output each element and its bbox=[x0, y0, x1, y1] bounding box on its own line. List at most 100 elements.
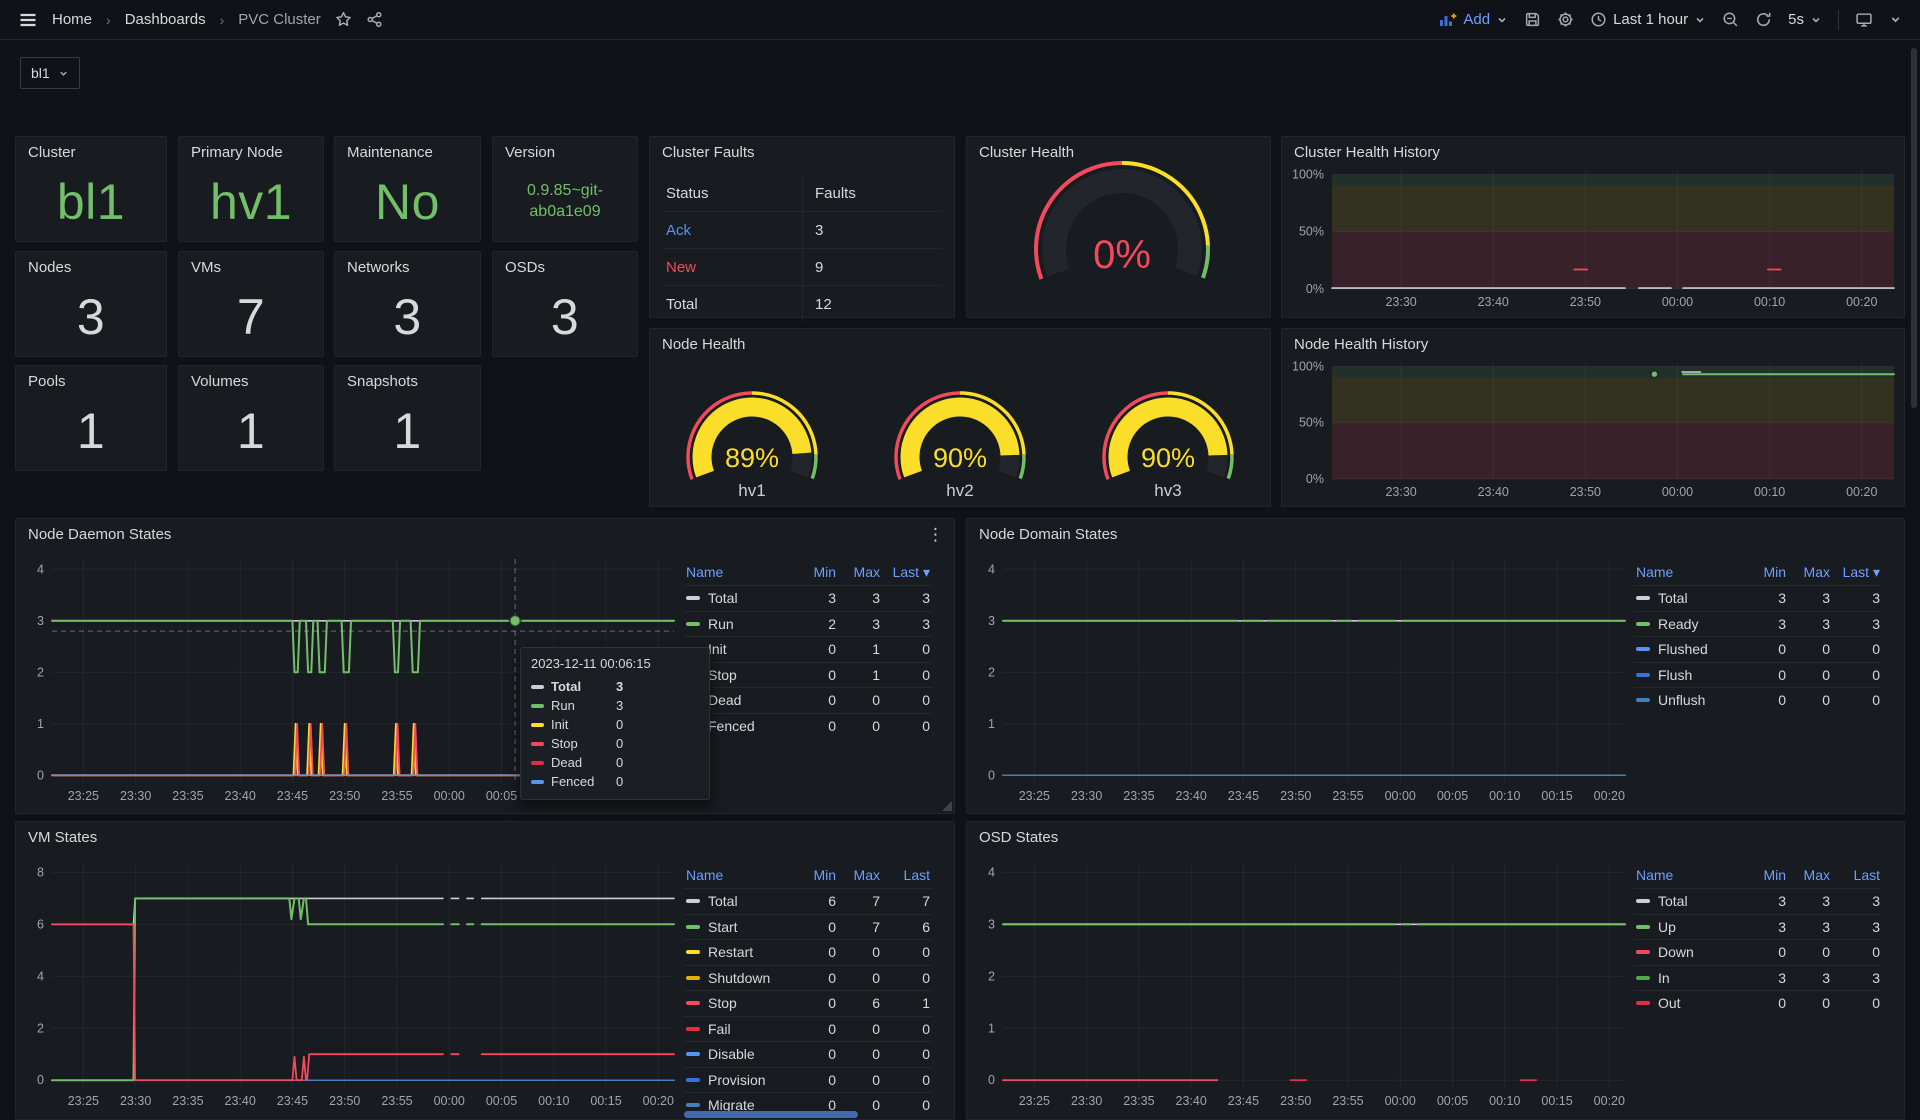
legend-col-name[interactable]: Name bbox=[1634, 867, 1744, 883]
legend-row[interactable]: Unflush000 bbox=[1634, 687, 1882, 713]
legend-series-name[interactable]: Ready bbox=[1658, 616, 1698, 632]
panel-title[interactable]: Cluster Health History bbox=[1294, 144, 1440, 161]
faults-status-new[interactable]: New bbox=[662, 249, 803, 285]
legend-series[interactable]: Fail bbox=[684, 1021, 794, 1037]
legend-col-max[interactable]: Max bbox=[1788, 564, 1832, 580]
legend-series-name[interactable]: Total bbox=[1658, 590, 1688, 606]
legend-series-name[interactable]: Unflush bbox=[1658, 692, 1705, 708]
panel-title[interactable]: Node Domain States bbox=[979, 526, 1117, 543]
zoom-out-icon[interactable] bbox=[1722, 11, 1739, 28]
legend-col-min[interactable]: Min bbox=[1744, 564, 1788, 580]
legend-series[interactable]: Unflush bbox=[1634, 692, 1744, 708]
legend-series-name[interactable]: Flush bbox=[1658, 667, 1692, 683]
legend-series-name[interactable]: Fail bbox=[708, 1021, 731, 1037]
legend-series[interactable]: In bbox=[1634, 970, 1744, 986]
share-icon[interactable] bbox=[366, 11, 383, 28]
legend-col-last[interactable]: Last ▾ bbox=[882, 564, 932, 581]
legend-row[interactable]: Flush000 bbox=[1634, 662, 1882, 688]
legend-series-name[interactable]: Run bbox=[708, 616, 734, 632]
breadcrumb-dashboards[interactable]: Dashboards bbox=[125, 11, 206, 28]
legend-col-name[interactable]: Name bbox=[684, 867, 794, 883]
panel-title[interactable]: VM States bbox=[28, 829, 97, 846]
legend-col-name[interactable]: Name bbox=[1634, 564, 1744, 580]
refresh-icon[interactable] bbox=[1755, 11, 1772, 28]
gear-icon[interactable] bbox=[1557, 11, 1574, 28]
legend-row[interactable]: Out000 bbox=[1634, 990, 1882, 1016]
panel-title[interactable]: VMs bbox=[191, 259, 221, 276]
legend-series[interactable]: Shutdown bbox=[684, 970, 794, 986]
panel-menu-icon[interactable]: ⋮ bbox=[927, 525, 944, 545]
legend-row[interactable]: Stop061 bbox=[684, 990, 932, 1016]
osd-states-chart[interactable]: 0123423:2523:3023:3523:4023:4523:5023:55… bbox=[973, 854, 1633, 1114]
legend-row[interactable]: Fail000 bbox=[684, 1016, 932, 1042]
legend-series-name[interactable]: Restart bbox=[708, 944, 753, 960]
legend-series-name[interactable]: Total bbox=[708, 893, 738, 909]
faults-col-faults[interactable]: Faults bbox=[803, 185, 942, 202]
legend-series-name[interactable]: Down bbox=[1658, 944, 1694, 960]
legend-row[interactable]: Shutdown000 bbox=[684, 965, 932, 991]
legend-row[interactable]: Start076 bbox=[684, 914, 932, 940]
cluster-health-history-chart[interactable]: 0%50%100%23:3023:4023:5000:0000:1000:20 bbox=[1288, 165, 1900, 313]
legend-col-max[interactable]: Max bbox=[1788, 867, 1832, 883]
legend-series-name[interactable]: Init bbox=[708, 641, 727, 657]
breadcrumb-home[interactable]: Home bbox=[52, 11, 92, 28]
chevron-down-icon[interactable] bbox=[1889, 13, 1902, 26]
legend-series[interactable]: Disable bbox=[684, 1046, 794, 1062]
legend-col-last[interactable]: Last bbox=[882, 867, 932, 883]
legend-scrollbar[interactable] bbox=[684, 1111, 858, 1118]
legend-series[interactable]: Total bbox=[684, 590, 794, 606]
legend-row[interactable]: Provision000 bbox=[684, 1067, 932, 1093]
panel-title[interactable]: Node Health bbox=[662, 336, 745, 353]
vm-states-chart[interactable]: 0246823:2523:3023:3523:4023:4523:5023:55… bbox=[22, 854, 682, 1114]
legend-series[interactable]: Run bbox=[684, 616, 794, 632]
panel-title[interactable]: Snapshots bbox=[347, 373, 418, 390]
legend-series-name[interactable]: Fenced bbox=[708, 718, 755, 734]
variable-selector[interactable]: bl1 bbox=[20, 57, 80, 89]
panel-title[interactable]: Node Health History bbox=[1294, 336, 1428, 353]
faults-status-ack[interactable]: Ack bbox=[662, 212, 803, 248]
panel-title[interactable]: Maintenance bbox=[347, 144, 433, 161]
legend-row[interactable]: Up333 bbox=[1634, 914, 1882, 940]
monitor-icon[interactable] bbox=[1855, 11, 1873, 28]
legend-col-min[interactable]: Min bbox=[1744, 867, 1788, 883]
time-range-picker[interactable]: Last 1 hour bbox=[1590, 11, 1706, 28]
legend-row[interactable]: Flushed000 bbox=[1634, 636, 1882, 662]
legend-series-name[interactable]: Stop bbox=[708, 995, 737, 1011]
legend-series-name[interactable]: Flushed bbox=[1658, 641, 1708, 657]
legend-row[interactable]: Fenced000 bbox=[684, 713, 932, 739]
menu-icon[interactable] bbox=[18, 10, 38, 30]
panel-resize-handle[interactable] bbox=[942, 801, 952, 811]
legend-row[interactable]: Restart000 bbox=[684, 939, 932, 965]
legend-series[interactable]: Down bbox=[1634, 944, 1744, 960]
legend-col-min[interactable]: Min bbox=[794, 564, 838, 580]
save-icon[interactable] bbox=[1524, 11, 1541, 28]
legend-series-name[interactable]: Shutdown bbox=[708, 970, 770, 986]
legend-row[interactable]: Stop010 bbox=[684, 662, 932, 688]
legend-series[interactable]: Total bbox=[1634, 590, 1744, 606]
node-domain-states-chart[interactable]: 0123423:2523:3023:3523:4023:4523:5023:55… bbox=[973, 551, 1633, 809]
legend-col-min[interactable]: Min bbox=[794, 867, 838, 883]
faults-col-status[interactable]: Status bbox=[662, 175, 803, 211]
legend-row[interactable]: Total677 bbox=[684, 888, 932, 914]
panel-title[interactable]: Node Daemon States bbox=[28, 526, 171, 543]
legend-series-name[interactable]: Total bbox=[1658, 893, 1688, 909]
panel-title[interactable]: Volumes bbox=[191, 373, 249, 390]
legend-series[interactable]: Ready bbox=[1634, 616, 1744, 632]
legend-row[interactable]: Total333 bbox=[684, 585, 932, 611]
legend-series-name[interactable]: Stop bbox=[708, 667, 737, 683]
panel-title[interactable]: Version bbox=[505, 144, 555, 161]
panel-title[interactable]: Cluster Faults bbox=[662, 144, 755, 161]
legend-series[interactable]: Out bbox=[1634, 995, 1744, 1011]
legend-series-name[interactable]: Disable bbox=[708, 1046, 755, 1062]
page-scrollbar[interactable] bbox=[1911, 48, 1917, 408]
refresh-interval-picker[interactable]: 5s bbox=[1788, 11, 1822, 28]
legend-row[interactable]: Dead000 bbox=[684, 687, 932, 713]
add-button[interactable]: Add bbox=[1439, 11, 1508, 28]
legend-series[interactable]: Total bbox=[684, 893, 794, 909]
panel-title[interactable]: Networks bbox=[347, 259, 410, 276]
legend-series[interactable]: Start bbox=[684, 919, 794, 935]
legend-series-name[interactable]: Out bbox=[1658, 995, 1681, 1011]
legend-series[interactable]: Up bbox=[1634, 919, 1744, 935]
legend-row[interactable]: Total333 bbox=[1634, 585, 1882, 611]
legend-series-name[interactable]: Dead bbox=[708, 692, 741, 708]
